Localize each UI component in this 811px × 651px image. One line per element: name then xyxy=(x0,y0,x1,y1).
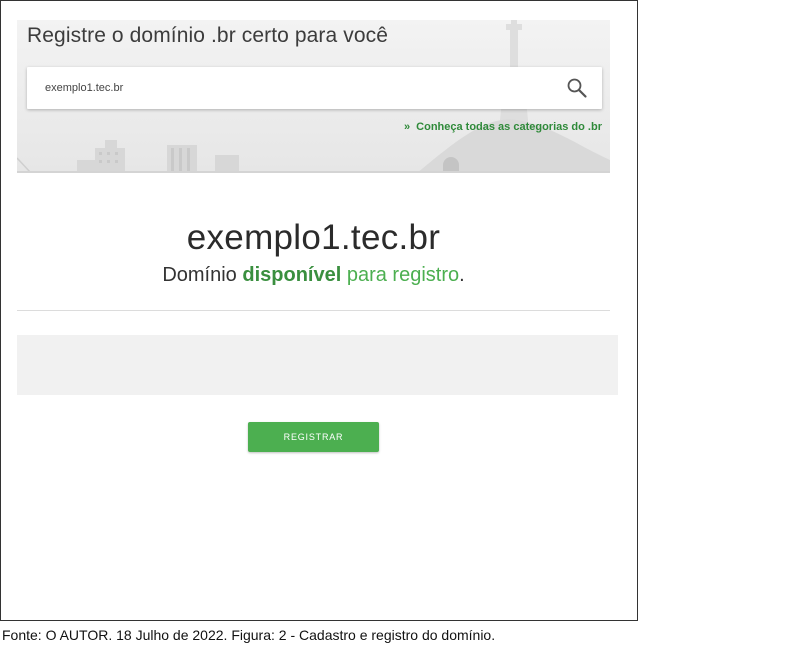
status-badge: disponível xyxy=(242,264,342,286)
search-box xyxy=(27,67,602,109)
categories-link-label: Conheça todas as categorias do .br xyxy=(416,121,602,133)
double-chevron-right-icon: » xyxy=(404,121,411,133)
figure-caption: Fonte: O AUTOR. 18 Julho de 2022. Figura… xyxy=(2,627,496,643)
register-button[interactable]: REGISTRAR xyxy=(248,422,379,452)
page-title: Registre o domínio .br certo para você xyxy=(27,24,388,47)
info-panel xyxy=(17,335,618,395)
screenshot-frame: Registre o domínio .br certo para você »… xyxy=(0,0,638,621)
search-input[interactable] xyxy=(41,67,549,109)
search-icon[interactable] xyxy=(566,77,588,99)
status-suffix: para registro xyxy=(341,264,460,286)
domain-name: exemplo1.tec.br xyxy=(186,218,441,257)
divider xyxy=(17,310,610,311)
availability-result: exemplo1.tec.br Domínio disponível para … xyxy=(17,216,610,290)
hero-banner: Registre o domínio .br certo para você »… xyxy=(17,20,610,173)
status-prefix: Domínio xyxy=(162,264,243,286)
availability-status: Domínio disponível para registro. xyxy=(17,260,610,290)
status-period: . xyxy=(459,264,465,286)
categories-link[interactable]: » Conheça todas as categorias do .br xyxy=(404,121,602,133)
